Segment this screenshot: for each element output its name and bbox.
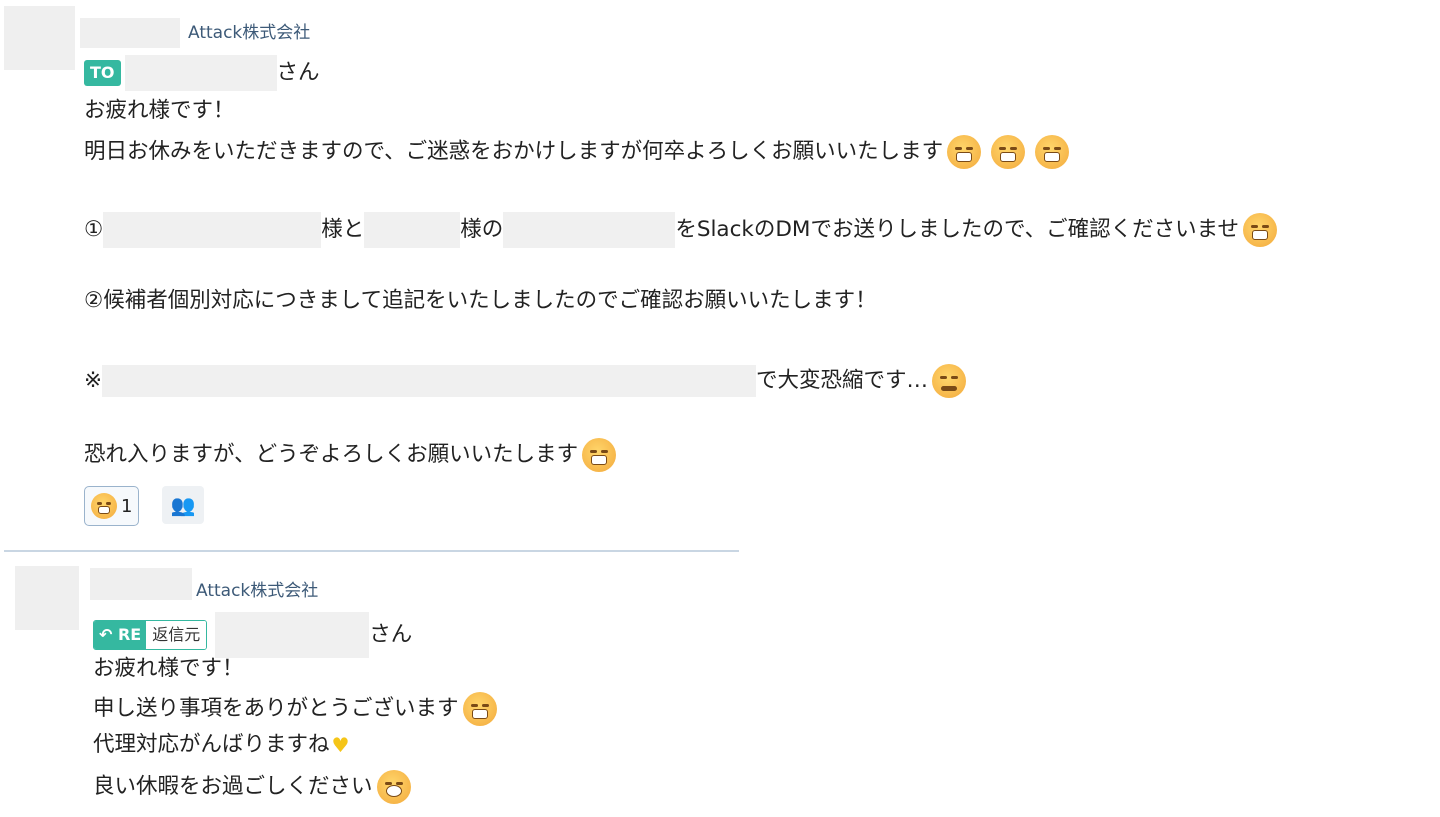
line2-mid1: 様と [321,217,365,242]
line1-text: 明日お休みをいただきますので、ご迷惑をおかけしますが何卒よろしくお願いいたします [84,139,944,164]
sender-company: Attack株式会社 [188,23,311,43]
closing-text: 恐れ入りますが、どうぞよろしくお願いいたします [84,442,579,467]
sender-company: Attack株式会社 [196,581,319,601]
reaction-count: 1 [121,495,133,517]
line2-prefix: ① [84,217,104,242]
reply-source-tag[interactable]: ↶ RE 返信元 [93,620,208,650]
sender-name-redacted [90,568,192,600]
message-line-1: 申し送り事項をありがとうございます [93,692,497,726]
message-line-2: 代理対応がんばりますね ♥ [93,730,349,760]
sad-face-icon [947,135,982,169]
grateful-face-icon [462,692,497,726]
line2-suffix: をSlackのDMでお送りしましたので、ご確認くださいませ [675,217,1239,242]
redacted-text [103,212,322,248]
redacted-text [102,365,757,397]
message-line-4: ※ で大変恐縮です… [84,364,967,398]
sad-face-icon [582,438,617,472]
line4-suffix: で大変恐縮です… [756,368,929,393]
line2-text: 代理対応がんばりますね [93,732,330,757]
reply-tag: ↶ RE [94,621,147,649]
message-line-3: 良い休暇をお過ごしください [93,770,411,804]
to-line: TO さん [84,55,320,91]
line3-text: 良い休暇をお過ごしください [93,774,373,799]
sad-face-icon [1242,213,1277,247]
line2-mid2: 様の [460,217,504,242]
avatar[interactable] [4,6,75,70]
reply-label: RE [117,625,142,644]
re-line: ↶ RE 返信元 さん [93,612,412,658]
redacted-text [364,212,461,248]
avatar[interactable] [15,566,79,630]
to-suffix: さん [369,622,413,647]
recipient-redacted [124,55,277,91]
sweat-smile-icon [932,364,967,398]
to-suffix: さん [276,60,320,85]
sad-face-icon [91,493,117,519]
sender-name-redacted [80,18,180,48]
redacted-text [503,212,676,248]
sad-face-icon [991,135,1026,169]
readers-list-icon: 👥 [170,493,196,517]
closing-line: 恐れ入りますが、どうぞよろしくお願いいたします [84,438,617,472]
line1-text: 申し送り事項をありがとうございます [93,696,459,721]
message-line-3: ②候補者個別対応につきまして追記をいたしましたのでご確認お願いいたします！ [84,288,877,313]
to-tag[interactable]: TO [84,60,121,86]
line4-prefix: ※ [84,368,103,393]
crying-face-icon [376,770,411,804]
readers-list-button[interactable]: 👥 [162,486,204,524]
message-line-1: 明日お休みをいただきますので、ご迷惑をおかけしますが何卒よろしくお願いいたします [84,135,1070,169]
greeting: お疲れ様です！ [84,98,235,123]
sad-face-icon [1035,135,1070,169]
reply-source-label: 返信元 [146,621,207,649]
recipient-redacted [215,612,370,658]
yellow-heart-icon: ♥ [331,733,350,757]
message-divider [4,550,739,552]
reaction-button[interactable]: 1 [84,486,140,526]
greeting: お疲れ様です！ [93,656,244,681]
message-line-2: ① 様と 様の をSlackのDMでお送りしましたので、ご確認くださいませ [84,212,1277,248]
